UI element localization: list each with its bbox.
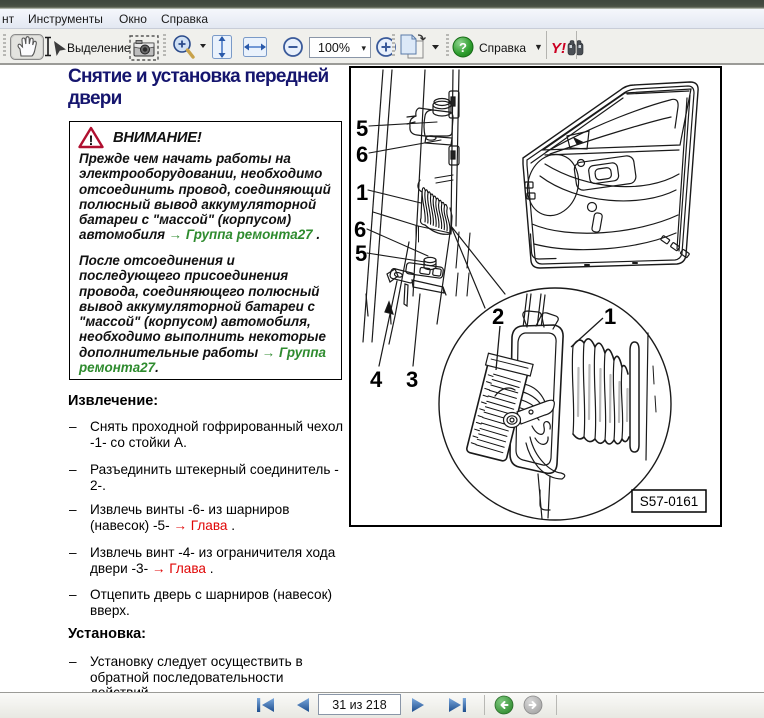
svg-text:Y!: Y! (551, 40, 566, 57)
svg-text:S57-0161: S57-0161 (640, 494, 699, 509)
svg-text:1: 1 (356, 180, 368, 205)
svg-text:1: 1 (604, 304, 616, 329)
svg-text:2: 2 (492, 304, 504, 329)
svg-text:3: 3 (406, 367, 418, 392)
svg-text:4: 4 (370, 367, 383, 392)
svg-text:5: 5 (355, 241, 367, 266)
svg-text:6: 6 (354, 217, 366, 242)
svg-text:6: 6 (356, 142, 368, 167)
svg-text:?: ? (459, 40, 467, 55)
svg-text:!: ! (89, 133, 94, 148)
svg-text:5: 5 (356, 116, 368, 141)
